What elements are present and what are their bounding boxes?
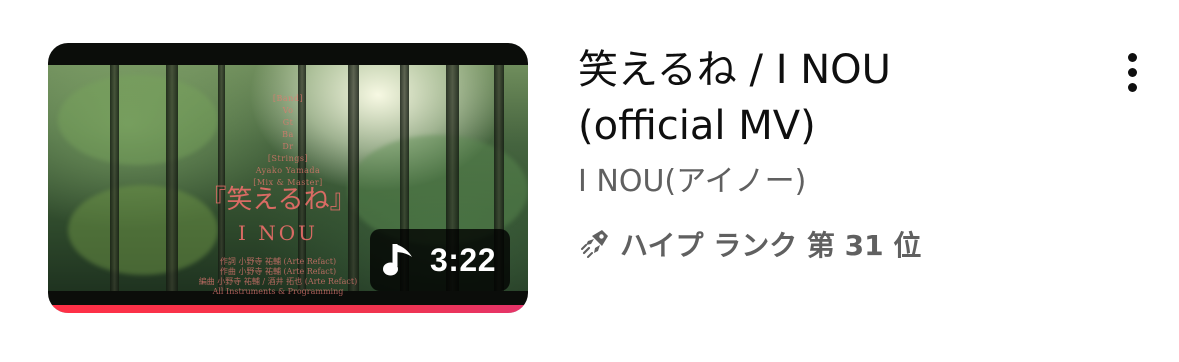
hype-rank-badge: ハイプ ランク 第 31 位	[578, 224, 921, 268]
more-vert-icon	[1127, 52, 1137, 92]
thumbnail-title-text: 『笑えるね』	[200, 185, 356, 215]
duration-text: 3:22	[429, 241, 496, 278]
watch-progress-fill	[48, 305, 528, 313]
music-note-icon	[382, 240, 416, 280]
thumbnail-artist-text: I NOU	[237, 221, 318, 245]
video-title[interactable]: 笑えるね / I NOU (official MV)	[578, 42, 1048, 154]
thumbnail-credits-top: [Band] Vo Gt Ba Dr [Strings] Ayako Yamad…	[253, 94, 323, 187]
more-actions-button[interactable]	[1112, 48, 1152, 96]
channel-name[interactable]: I NOU(アイノー)	[578, 162, 806, 202]
watch-progress-bar	[48, 305, 528, 313]
hype-rank-text: ハイプ ランク 第 31 位	[620, 229, 922, 262]
hype-rocket-icon	[578, 227, 612, 265]
video-thumbnail[interactable]: [Band] Vo Gt Ba Dr [Strings] Ayako Yamad…	[48, 43, 528, 313]
video-card[interactable]: [Band] Vo Gt Ba Dr [Strings] Ayako Yamad…	[0, 0, 1179, 362]
duration-badge: 3:22	[369, 229, 510, 291]
